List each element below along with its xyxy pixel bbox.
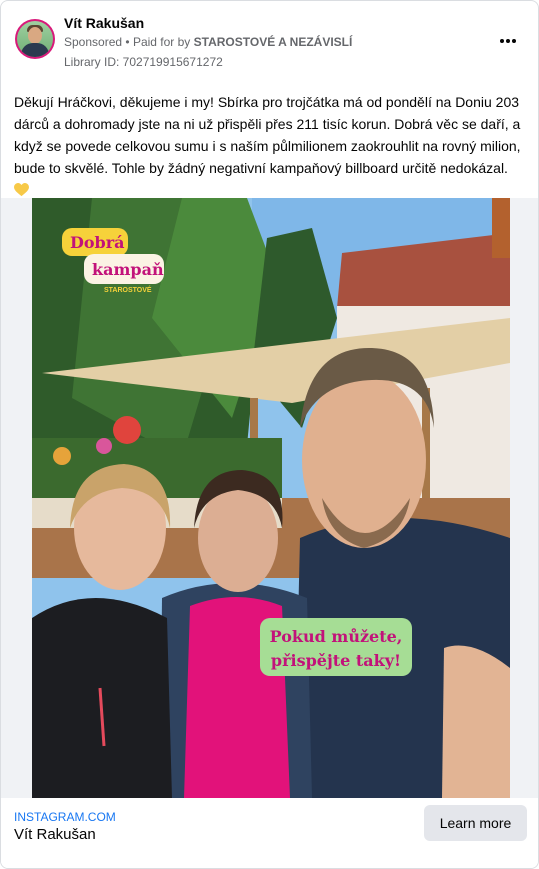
callout-line2: přispějte taky!: [271, 651, 401, 670]
selfie-illustration: Dobrá kampaň STAROSTOVÉ Pokud můžete, př…: [32, 198, 510, 798]
more-dot: [512, 39, 516, 43]
post-text: Děkují Hráčkovi, děkujeme i my! Sbírka p…: [14, 91, 526, 201]
more-options-icon[interactable]: [494, 31, 522, 51]
badge-line2: kampaň: [92, 260, 164, 279]
chimney: [492, 198, 510, 258]
callout-line1: Pokud můžete,: [270, 626, 403, 646]
learn-more-button[interactable]: Learn more: [424, 805, 527, 841]
yellow-heart-icon: [14, 183, 29, 197]
ad-card: Vít Rakušan Sponsored • Paid for by STAR…: [0, 0, 539, 869]
man-arm: [442, 645, 510, 798]
badge-brand: STAROSTOVÉ: [104, 285, 152, 294]
post-header: Vít Rakušan Sponsored • Paid for by STAR…: [13, 11, 528, 73]
avatar-shirt: [21, 43, 49, 57]
avatar-face: [28, 27, 42, 44]
author-name[interactable]: Vít Rakušan: [64, 15, 144, 31]
man-face: [302, 372, 426, 548]
link-footer[interactable]: INSTAGRAM.COM Vít Rakušan Learn more: [1, 798, 538, 868]
paid-prefix: Paid for by: [132, 35, 191, 49]
pinwheel: [96, 438, 112, 454]
ad-media[interactable]: Dobrá kampaň STAROSTOVÉ Pokud můžete, př…: [1, 198, 538, 798]
link-source[interactable]: INSTAGRAM.COM: [14, 810, 116, 824]
meta-separator: •: [125, 35, 130, 49]
more-dot: [500, 39, 504, 43]
sponsored-label: Sponsored: [64, 35, 123, 49]
pinwheel: [113, 416, 141, 444]
link-title[interactable]: Vít Rakušan: [14, 826, 96, 843]
ad-photo[interactable]: Dobrá kampaň STAROSTOVÉ Pokud můžete, př…: [32, 198, 510, 798]
badge-line1: Dobrá: [70, 233, 125, 252]
library-id: Library ID: 702719915671272: [64, 55, 223, 69]
paid-by-name[interactable]: STAROSTOVÉ A NEZÁVISLÍ: [194, 35, 353, 49]
avatar-photo: [17, 21, 53, 57]
sponsored-line: Sponsored • Paid for by STAROSTOVÉ A NEZ…: [64, 35, 352, 49]
pinwheel: [53, 447, 71, 465]
post-body: Děkují Hráčkovi, děkujeme i my! Sbírka p…: [14, 94, 521, 176]
author-avatar[interactable]: [15, 19, 55, 59]
more-dot: [506, 39, 510, 43]
